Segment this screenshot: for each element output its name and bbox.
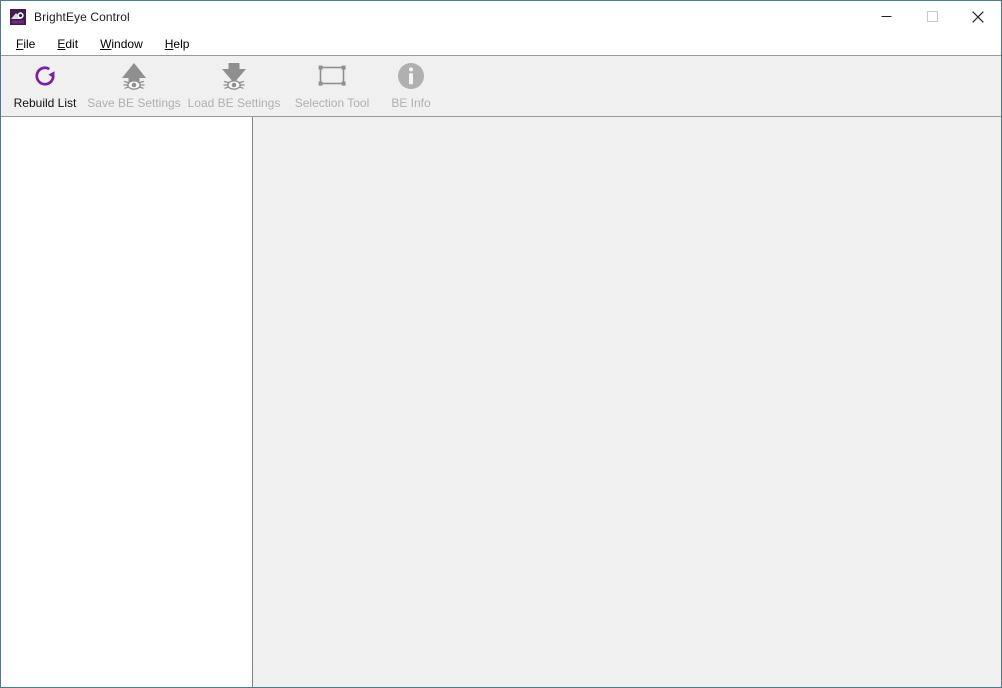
menu-item-window-label: indow: [111, 36, 143, 51]
load-be-settings-label: Load BE Settings: [187, 96, 281, 110]
close-button[interactable]: [955, 1, 1001, 32]
maximize-button[interactable]: [909, 1, 955, 32]
be-info-button[interactable]: BE Info: [380, 56, 442, 116]
save-be-settings-label: Save BE Settings: [87, 96, 181, 110]
selection-rectangle-icon: [312, 60, 352, 92]
minimize-button[interactable]: [863, 1, 909, 32]
toolbar: Rebuild List Save BE Settings Load BE Se…: [1, 55, 1001, 117]
application-window: BrightEye Control File Edit Window Help …: [0, 0, 1002, 688]
menu-item-file-label: ile: [23, 36, 36, 51]
menu-item-window-mnemonic: W: [100, 36, 112, 51]
be-info-label: BE Info: [391, 96, 431, 110]
menu-item-help-label: elp: [173, 36, 190, 51]
detail-pane[interactable]: [253, 117, 1001, 687]
load-be-settings-button[interactable]: Load BE Settings: [184, 56, 284, 116]
down-arrow-eye-icon: [214, 60, 254, 92]
content-area: [1, 117, 1001, 687]
rebuild-list-label: Rebuild List: [13, 96, 77, 110]
menu-item-window[interactable]: Window: [94, 35, 151, 53]
detail-pane-content: [253, 117, 1001, 687]
selection-tool-button[interactable]: Selection Tool: [284, 56, 380, 116]
app-icon[interactable]: [10, 8, 26, 25]
save-be-settings-button[interactable]: Save BE Settings: [84, 56, 184, 116]
refresh-circular-arrow-icon: [25, 60, 65, 92]
menu-bar: File Edit Window Help: [1, 32, 1001, 55]
window-title: BrightEye Control: [34, 9, 130, 24]
title-bar[interactable]: BrightEye Control: [1, 1, 1001, 32]
maximize-icon: [926, 11, 938, 22]
close-icon: [972, 10, 984, 23]
menu-item-edit-label: dit: [65, 36, 79, 51]
device-list-pane[interactable]: [1, 117, 253, 687]
menu-item-file[interactable]: File: [10, 35, 43, 53]
selection-tool-label: Selection Tool: [294, 96, 370, 110]
up-arrow-eye-icon: [114, 60, 154, 92]
menu-item-edit[interactable]: Edit: [51, 35, 86, 53]
menu-item-help[interactable]: Help: [159, 35, 198, 53]
info-circle-icon: [391, 60, 431, 92]
minimize-icon: [881, 16, 891, 17]
rebuild-list-button[interactable]: Rebuild List: [6, 56, 84, 116]
device-list-content: [1, 117, 252, 687]
window-controls: [863, 1, 1001, 32]
